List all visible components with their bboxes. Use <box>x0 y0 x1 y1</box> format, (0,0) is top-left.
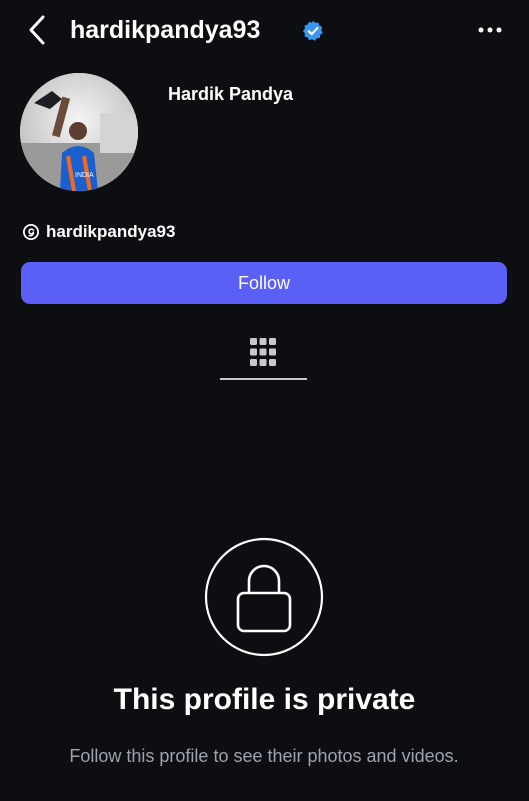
lock-icon <box>204 537 324 657</box>
verified-badge-icon <box>302 20 323 41</box>
tab-posts-grid[interactable] <box>220 330 307 382</box>
private-profile-subtitle: Follow this profile to see their photos … <box>69 746 459 766</box>
display-name: Hardik Pandya <box>168 84 294 104</box>
follow-button[interactable]: Follow <box>21 262 507 304</box>
threads-icon <box>22 223 40 241</box>
ellipsis-icon <box>478 27 502 33</box>
threads-handle: hardikpandya93 <box>46 222 176 241</box>
private-profile-title: This profile is private <box>113 683 416 716</box>
profile-photo: INDIA <box>20 73 138 191</box>
threads-link[interactable]: hardikpandya93 <box>22 222 175 242</box>
svg-text:INDIA: INDIA <box>75 172 94 179</box>
top-bar: hardikpandya93 <box>0 0 529 60</box>
back-button[interactable] <box>22 14 52 46</box>
active-tab-indicator <box>220 378 307 380</box>
chevron-left-icon <box>29 15 45 45</box>
more-options-button[interactable] <box>472 16 508 44</box>
profile-username-title: hardikpandya93 <box>70 16 261 44</box>
profile-avatar[interactable]: INDIA <box>20 73 138 191</box>
grid-icon <box>250 338 276 366</box>
